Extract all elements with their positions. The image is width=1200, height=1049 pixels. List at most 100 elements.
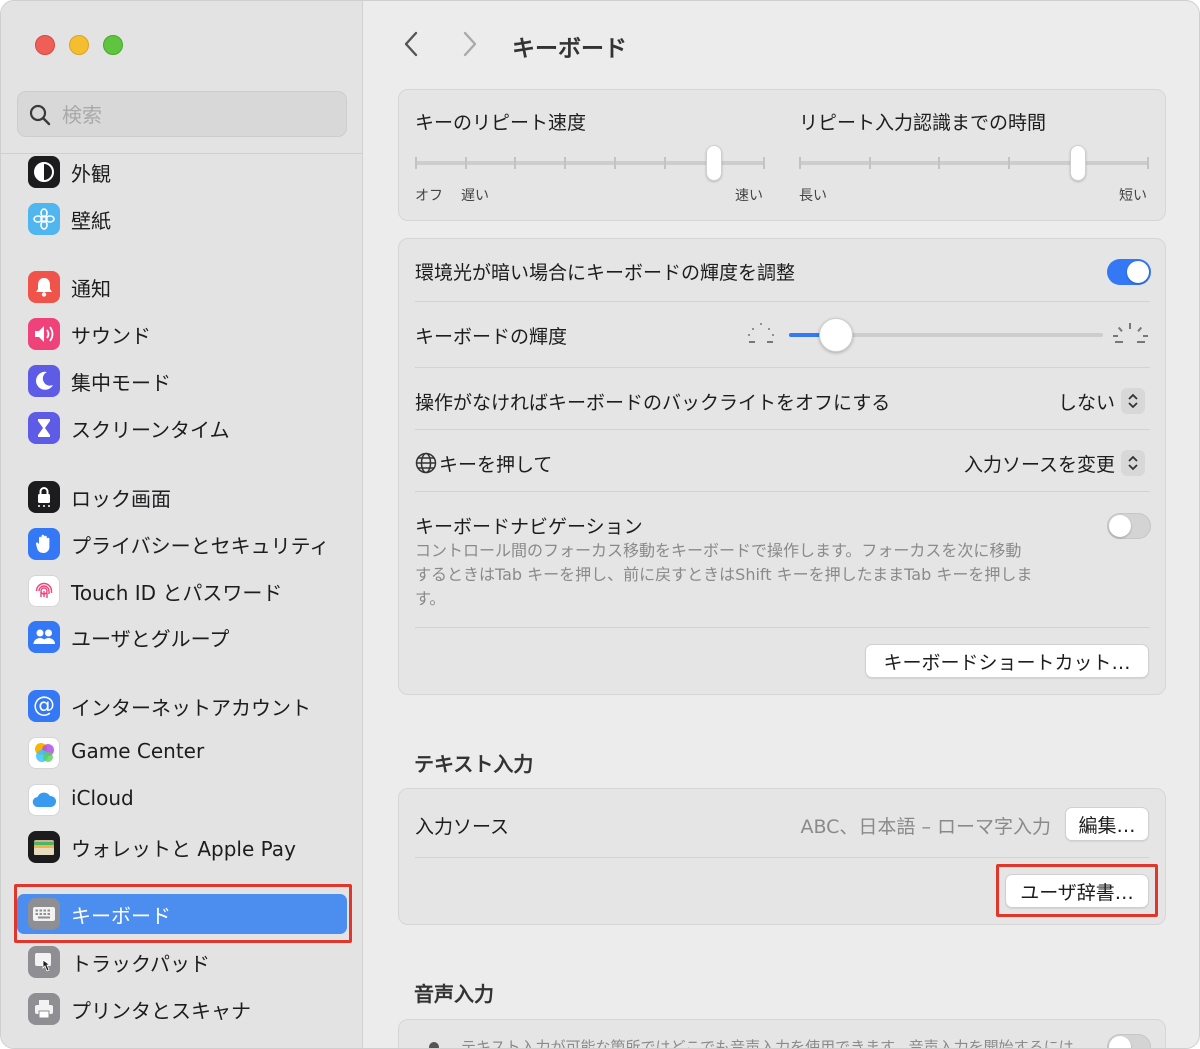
keyboard-navigation-description: コントロール間のフォーカス移動をキーボードで操作します。フォーカスを次に移動する… bbox=[415, 541, 1033, 608]
sidebar-item-game-center[interactable]: Game Center bbox=[17, 733, 347, 773]
page-title: キーボード bbox=[512, 36, 627, 62]
sidebar-item-appearance[interactable]: 外観 bbox=[17, 152, 347, 192]
sidebar-item-label: 集中モード bbox=[71, 371, 171, 395]
edit-input-sources-button[interactable]: 編集… bbox=[1065, 807, 1149, 841]
sidebar-item-label: キーボード bbox=[71, 904, 171, 928]
key-repeat-rate-slider[interactable] bbox=[415, 144, 765, 184]
text-input-section-title: テキスト入力 bbox=[414, 752, 534, 776]
keyboard-icon bbox=[28, 898, 60, 930]
sidebar-item-printers[interactable]: プリンタとスキャナ bbox=[17, 989, 347, 1029]
hourglass-icon bbox=[28, 412, 60, 444]
slider-tick bbox=[514, 157, 517, 169]
appearance-icon bbox=[28, 156, 60, 188]
search-icon bbox=[29, 104, 51, 126]
trackpad-icon bbox=[28, 946, 60, 978]
globe-key-stepper[interactable] bbox=[1121, 450, 1145, 476]
sidebar-item-label: ウォレットと Apple Pay bbox=[71, 837, 296, 861]
sidebar-item-label: トラックパッド bbox=[71, 952, 210, 976]
rate-off-label: オフ bbox=[415, 188, 443, 204]
sidebar-item-sound[interactable]: サウンド bbox=[17, 314, 347, 354]
chevron-right-icon bbox=[463, 31, 477, 57]
row-separator bbox=[415, 367, 1150, 368]
sidebar-item-label: プリンタとスキャナ bbox=[71, 999, 251, 1023]
bullet-icon bbox=[429, 1042, 439, 1048]
sidebar-item-screen-time[interactable]: スクリーンタイム bbox=[17, 408, 347, 448]
game-center-icon bbox=[28, 737, 60, 769]
cloud-icon bbox=[28, 784, 60, 816]
keyboard-shortcuts-button[interactable]: キーボードショートカット… bbox=[865, 644, 1149, 678]
forward-button[interactable] bbox=[455, 27, 485, 61]
backlight-off-popup[interactable]: しない bbox=[999, 388, 1115, 415]
close-window-button[interactable] bbox=[35, 35, 55, 55]
sidebar-item-label: 通知 bbox=[71, 277, 111, 301]
brightness-high-icon bbox=[1113, 323, 1148, 343]
sidebar-item-label: 壁紙 bbox=[71, 209, 111, 233]
slider-thumb[interactable] bbox=[819, 318, 854, 352]
sidebar-item-lock-screen[interactable]: ロック画面 bbox=[17, 477, 347, 517]
sidebar-item-label: iCloud bbox=[71, 786, 134, 810]
brightness-slider[interactable] bbox=[789, 317, 1103, 353]
user-dictionary-button[interactable]: ユーザ辞書… bbox=[1005, 874, 1149, 908]
search-input[interactable] bbox=[62, 101, 332, 129]
sidebar-item-notifications[interactable]: 通知 bbox=[17, 267, 347, 307]
sidebar-item-privacy[interactable]: プライバシーとセキュリティ bbox=[17, 524, 347, 564]
slider-thumb[interactable] bbox=[1070, 145, 1087, 181]
delay-short-label: 短い bbox=[1119, 188, 1147, 204]
brightness-low-icon bbox=[748, 323, 774, 343]
dictation-toggle[interactable] bbox=[1107, 1034, 1151, 1048]
slider-tick bbox=[415, 157, 417, 169]
sidebar-item-label: スクリーンタイム bbox=[71, 418, 230, 442]
row-separator bbox=[415, 429, 1150, 430]
back-button[interactable] bbox=[396, 27, 426, 61]
repeat-delay-label: リピート入力認識までの時間 bbox=[799, 112, 1047, 134]
sidebar-item-trackpad[interactable]: トラックパッド bbox=[17, 942, 347, 982]
globe-key-popup[interactable]: 入力ソースを変更 bbox=[919, 450, 1115, 477]
sidebar-item-label: Touch ID とパスワード bbox=[71, 581, 283, 605]
hand-icon bbox=[28, 528, 60, 560]
sidebar-item-icloud[interactable]: iCloud bbox=[17, 780, 347, 820]
zoom-window-button[interactable] bbox=[103, 35, 123, 55]
row-separator bbox=[415, 491, 1150, 492]
sidebar-item-focus[interactable]: 集中モード bbox=[17, 361, 347, 401]
auto-brightness-toggle[interactable] bbox=[1107, 259, 1151, 285]
sidebar: 外観 壁紙 通知 サウンド 集中モード bbox=[1, 1, 363, 1048]
backlight-off-label: 操作がなければキーボードのバックライトをオフにする bbox=[415, 392, 891, 414]
slider-thumb[interactable] bbox=[706, 145, 723, 181]
backlight-off-stepper[interactable] bbox=[1121, 388, 1145, 414]
minimize-window-button[interactable] bbox=[69, 35, 89, 55]
slider-tick bbox=[613, 157, 616, 169]
sidebar-item-label: ロック画面 bbox=[71, 487, 171, 511]
speaker-icon bbox=[28, 318, 60, 350]
rate-slow-label: 遅い bbox=[461, 188, 489, 204]
dictation-section-title: 音声入力 bbox=[414, 982, 494, 1006]
wallet-icon bbox=[28, 831, 60, 863]
key-repeat-rate-label: キーのリピート速度 bbox=[415, 112, 587, 134]
sidebar-item-label: インターネットアカウント bbox=[71, 696, 311, 720]
bell-icon bbox=[28, 271, 60, 303]
input-sources-label: 入力ソース bbox=[415, 816, 510, 838]
sidebar-item-wallpaper[interactable]: 壁紙 bbox=[17, 199, 347, 239]
sidebar-item-label: プライバシーとセキュリティ bbox=[71, 534, 330, 558]
sidebar-item-label: サウンド bbox=[71, 324, 151, 348]
slider-tick bbox=[1147, 157, 1149, 169]
settings-window: 外観 壁紙 通知 サウンド 集中モード bbox=[0, 0, 1200, 1049]
sidebar-item-internet-accounts[interactable]: @ インターネットアカウント bbox=[17, 686, 347, 726]
slider-tick bbox=[799, 157, 801, 169]
dictation-card: テキスト入力が可能な箇所ではどこでも音声入力を使用できます。音声入力を開始するに… bbox=[398, 1019, 1166, 1049]
row-separator bbox=[415, 301, 1150, 302]
keyboard-navigation-toggle[interactable] bbox=[1107, 513, 1151, 539]
sidebar-item-keyboard[interactable]: キーボード bbox=[17, 894, 347, 934]
key-repeat-card: キーのリピート速度 リピート入力認識までの時間 オフ 遅い 速い 長い 短い bbox=[398, 89, 1166, 221]
row-separator bbox=[415, 857, 1150, 858]
slider-tick bbox=[938, 157, 941, 169]
sidebar-item-label: 外観 bbox=[71, 162, 111, 186]
repeat-delay-slider[interactable] bbox=[799, 144, 1149, 184]
sidebar-item-touch-id[interactable]: Touch ID とパスワード bbox=[17, 571, 347, 611]
dictation-description: テキスト入力が可能な箇所ではどこでも音声入力を使用できます。音声入力を開始するに… bbox=[461, 1038, 1074, 1049]
sidebar-item-wallet[interactable]: ウォレットと Apple Pay bbox=[17, 827, 347, 867]
row-separator bbox=[415, 627, 1150, 628]
search-field[interactable] bbox=[17, 91, 347, 137]
slider-tick bbox=[663, 157, 666, 169]
slider-track bbox=[799, 161, 1149, 165]
sidebar-item-users[interactable]: ユーザとグループ bbox=[17, 617, 347, 657]
